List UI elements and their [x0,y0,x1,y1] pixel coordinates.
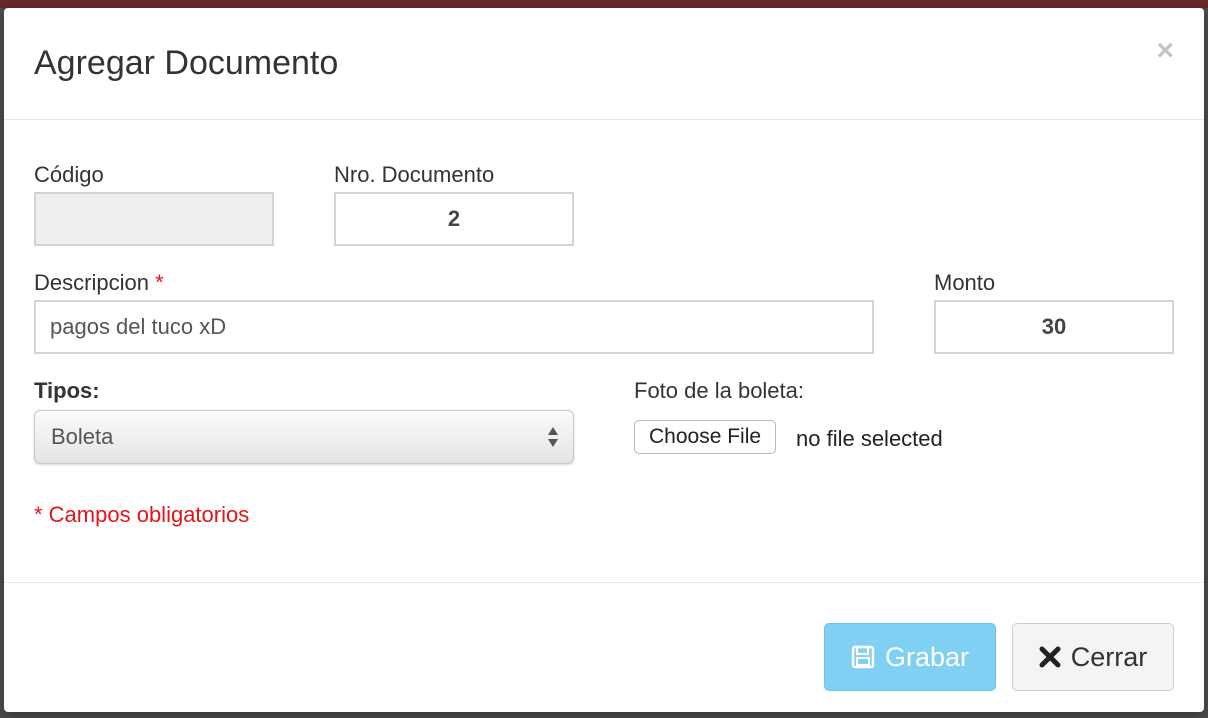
close-button[interactable]: Cerrar [1012,623,1174,691]
modal-title: Agregar Documento [34,44,339,82]
codigo-label: Código [34,162,104,187]
modal-body: Código Nro. Documento 2 Descripcion * pa… [4,120,1204,582]
tipos-select[interactable]: Boleta [34,410,574,464]
monto-field[interactable]: 30 [934,300,1174,354]
select-updown-icon [548,427,558,447]
descripcion-field[interactable]: pagos del tuco xD [34,300,874,354]
tipos-selected-value: Boleta [51,424,114,449]
monto-label: Monto [934,270,996,295]
tipos-label: Tipos: [34,378,100,403]
nro-documento-field[interactable]: 2 [334,192,574,246]
required-marker: * [155,270,164,295]
nro-documento-label: Nro. Documento [334,162,495,187]
required-fields-note: * Campos obligatorios [34,502,250,527]
codigo-field [34,192,274,246]
floppy-disk-icon [851,645,875,669]
save-button[interactable]: Grabar [824,623,996,691]
choose-file-button[interactable]: Choose File [634,420,777,454]
descripcion-label: Descripcion * [34,270,164,296]
modal-header: Agregar Documento × [4,8,1204,120]
close-button-label: Cerrar [1070,641,1148,672]
close-icon[interactable]: × [1156,36,1174,66]
add-document-modal: Agregar Documento × Código Nro. Document… [4,8,1204,712]
modal-footer: Grabar Cerrar [4,582,1204,712]
save-button-label: Grabar [884,641,970,672]
x-icon [1039,646,1061,668]
foto-label: Foto de la boleta: [634,378,805,403]
file-status: no file selected [796,426,943,451]
descripcion-label-text: Descripcion [34,270,149,295]
